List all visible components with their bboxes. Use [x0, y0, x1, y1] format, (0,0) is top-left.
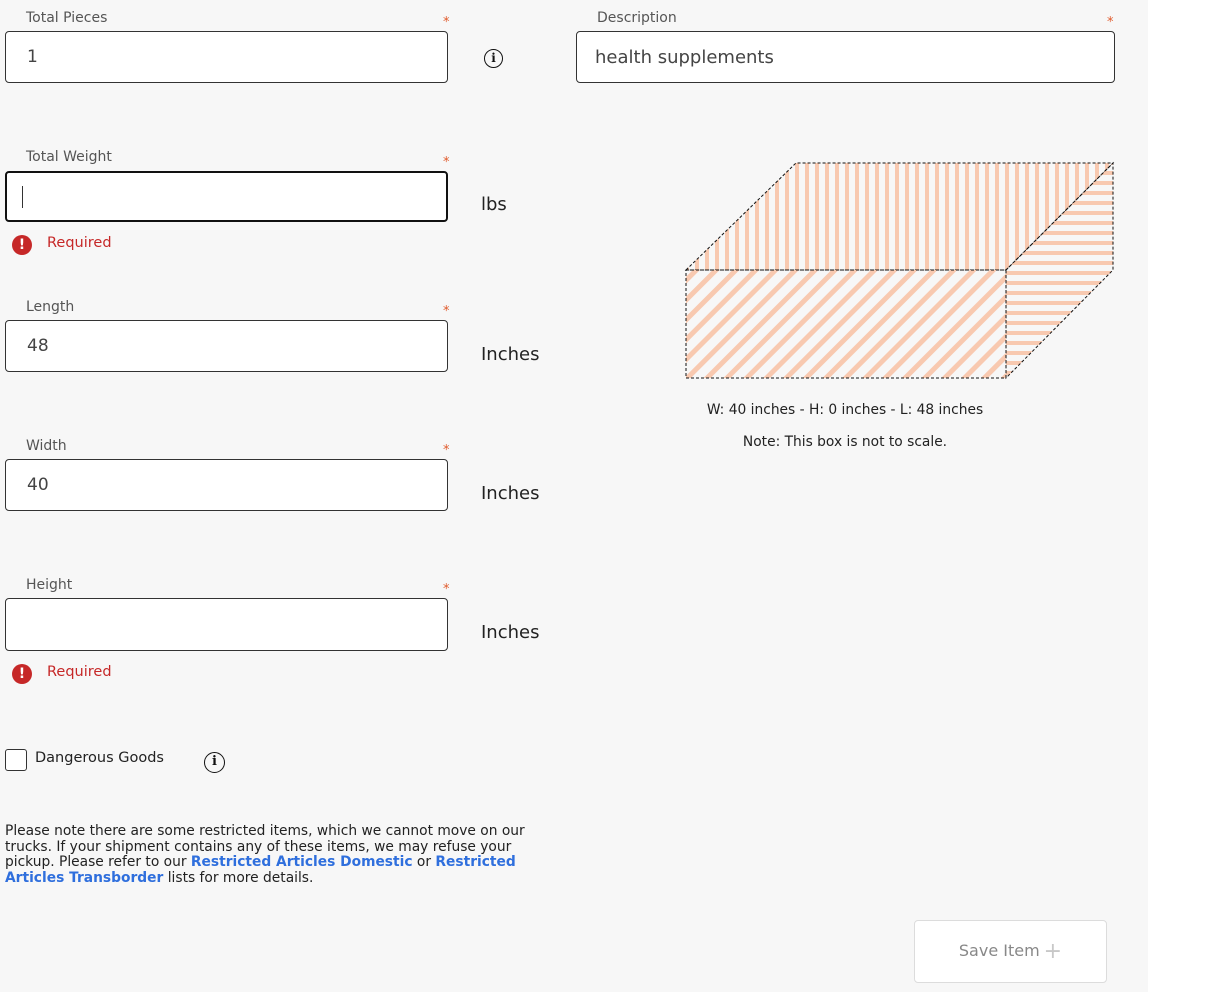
- description-required-mark: *: [1107, 15, 1114, 30]
- height-label: Height: [26, 577, 73, 593]
- total-weight-required-mark: *: [443, 155, 450, 170]
- info-icon[interactable]: i: [204, 752, 225, 773]
- box-dimensions-caption: W: 40 inches - H: 0 inches - L: 48 inche…: [706, 402, 984, 418]
- box-scale-note: Note: This box is not to scale.: [742, 434, 948, 450]
- save-item-label: Save Item: [958, 941, 1040, 960]
- height-error-text: Required: [47, 664, 112, 680]
- restricted-articles-domestic-link[interactable]: Restricted Articles Domestic: [191, 854, 413, 870]
- save-item-button[interactable]: Save Item +: [914, 920, 1107, 983]
- restricted-items-notice: Please note there are some restricted it…: [5, 823, 565, 886]
- box-preview-illustration: [684, 161, 1115, 380]
- total-pieces-required-mark: *: [443, 15, 450, 30]
- info-icon[interactable]: i: [484, 49, 503, 68]
- description-input[interactable]: [576, 31, 1115, 83]
- length-input[interactable]: [5, 320, 448, 372]
- length-unit: Inches: [481, 344, 540, 365]
- item-form-panel: Total Pieces * i Description * Total Wei…: [0, 0, 1148, 992]
- box-front-face: [685, 269, 1007, 379]
- width-unit: Inches: [481, 483, 540, 504]
- width-label: Width: [26, 438, 67, 454]
- length-required-mark: *: [443, 304, 450, 319]
- total-pieces-label: Total Pieces: [26, 10, 108, 26]
- error-icon: !: [12, 235, 32, 255]
- notice-text: lists for more details.: [163, 869, 314, 886]
- dangerous-goods-checkbox[interactable]: [5, 749, 27, 771]
- total-weight-error: ! Required: [12, 234, 212, 256]
- description-label: Description: [597, 10, 677, 26]
- width-input[interactable]: [5, 459, 448, 511]
- notice-text: or: [412, 854, 436, 870]
- dangerous-goods-label[interactable]: Dangerous Goods: [35, 750, 164, 766]
- height-error: ! Required: [12, 663, 212, 685]
- total-weight-label: Total Weight: [26, 149, 112, 165]
- text-cursor: [22, 186, 23, 208]
- height-required-mark: *: [443, 582, 450, 597]
- width-required-mark: *: [443, 443, 450, 458]
- total-pieces-input[interactable]: [5, 31, 448, 83]
- length-label: Length: [26, 299, 75, 315]
- total-weight-input[interactable]: [5, 171, 448, 222]
- height-input[interactable]: [5, 598, 448, 651]
- total-weight-unit: lbs: [481, 194, 507, 215]
- plus-icon: +: [1043, 939, 1063, 964]
- error-icon: !: [12, 664, 32, 684]
- height-unit: Inches: [481, 622, 540, 643]
- total-weight-error-text: Required: [47, 235, 112, 251]
